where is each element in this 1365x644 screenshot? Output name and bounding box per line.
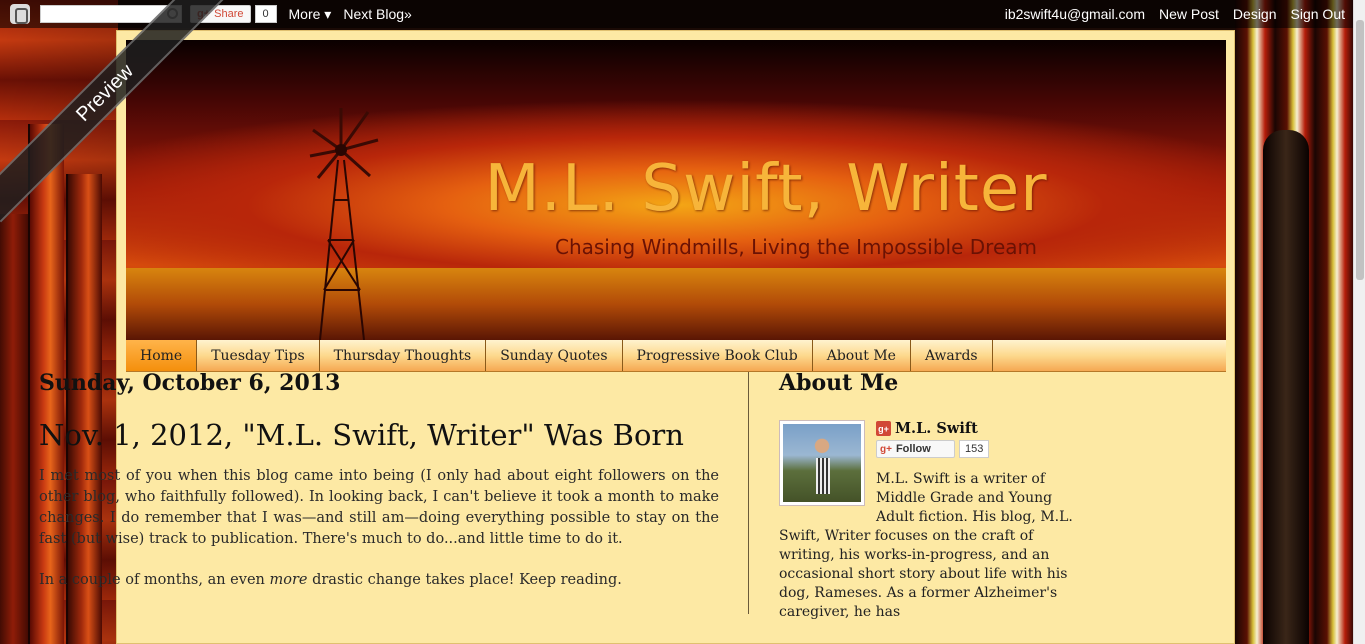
fountain-pen bbox=[1263, 130, 1309, 644]
navbar-account-links: ib2swift4u@gmail.com New Post Design Sig… bbox=[1005, 6, 1353, 22]
blogger-logo-icon[interactable] bbox=[10, 4, 30, 24]
windmill-illustration bbox=[309, 108, 379, 340]
blog-title[interactable]: M.L. Swift, Writer bbox=[426, 152, 1106, 226]
avatar[interactable] bbox=[779, 420, 865, 506]
new-post-link[interactable]: New Post bbox=[1159, 6, 1219, 22]
book-spine bbox=[0, 214, 30, 644]
tab-sunday-quotes[interactable]: Sunday Quotes bbox=[486, 340, 623, 371]
share-label: Share bbox=[214, 8, 244, 20]
tab-tuesday-tips[interactable]: Tuesday Tips bbox=[197, 340, 320, 371]
profile-name-row: g+ M.L. Swift bbox=[876, 420, 978, 437]
follow-button[interactable]: g+ Follow bbox=[876, 440, 955, 458]
tab-home[interactable]: Home bbox=[126, 340, 198, 371]
design-link[interactable]: Design bbox=[1233, 6, 1277, 22]
prairie-ground bbox=[126, 268, 1226, 340]
post-title[interactable]: Nov. 1, 2012, "M.L. Swift, Writer" Was B… bbox=[39, 418, 719, 452]
vertical-scrollbar[interactable] bbox=[1353, 0, 1365, 644]
post-paragraph: In a couple of months, an even more dras… bbox=[39, 570, 719, 591]
sign-out-link[interactable]: Sign Out bbox=[1291, 6, 1345, 22]
profile-widget: g+ M.L. Swift g+ Follow 153 M.L. Swift i… bbox=[779, 420, 1079, 622]
more-menu[interactable]: More ▾ bbox=[289, 6, 332, 23]
follower-count: 153 bbox=[959, 440, 990, 458]
tab-awards[interactable]: Awards bbox=[911, 340, 993, 371]
post-emphasis: more bbox=[269, 572, 308, 588]
tab-about-me[interactable]: About Me bbox=[813, 340, 911, 371]
background-pens-right bbox=[1235, 0, 1353, 644]
share-count: 0 bbox=[254, 5, 277, 23]
main-column: Sunday, October 6, 2013 Nov. 1, 2012, "M… bbox=[39, 370, 719, 591]
post-paragraph: I met most of you when this blog came in… bbox=[39, 468, 719, 547]
profile-name-link[interactable]: M.L. Swift bbox=[895, 420, 978, 437]
sidebar: About Me g+ M.L. Swift g+ Follow 153 M.L… bbox=[779, 370, 1079, 622]
post-text: In a couple of months, an even bbox=[39, 572, 270, 588]
tab-thursday-thoughts[interactable]: Thursday Thoughts bbox=[320, 340, 487, 371]
next-blog-link[interactable]: Next Blog» bbox=[343, 6, 411, 22]
tab-progressive-book-club[interactable]: Progressive Book Club bbox=[623, 340, 813, 371]
blog-tagline: Chasing Windmills, Living the Impossible… bbox=[554, 235, 1037, 259]
scrollbar-thumb[interactable] bbox=[1356, 20, 1364, 280]
about-me-heading: About Me bbox=[779, 370, 899, 396]
follow-label: Follow bbox=[895, 443, 931, 455]
post-text: drastic change takes place! Keep reading… bbox=[307, 572, 622, 588]
profile-desc-text: Swift, Writer focuses on the craft of wr… bbox=[779, 528, 1068, 620]
post-body: I met most of you when this blog came in… bbox=[39, 466, 719, 591]
user-email[interactable]: ib2swift4u@gmail.com bbox=[1005, 6, 1145, 22]
gplus-icon: g+ bbox=[880, 443, 892, 455]
page-tabs: Home Tuesday Tips Thursday Thoughts Sund… bbox=[126, 340, 1226, 372]
profile-photo bbox=[783, 424, 861, 502]
gplus-icon: g+ bbox=[876, 421, 891, 436]
column-divider bbox=[748, 372, 749, 614]
post-date-header: Sunday, October 6, 2013 bbox=[39, 370, 341, 396]
follow-row: g+ Follow 153 bbox=[876, 440, 990, 458]
blog-header-banner[interactable]: M.L. Swift, Writer Chasing Windmills, Li… bbox=[126, 40, 1226, 340]
